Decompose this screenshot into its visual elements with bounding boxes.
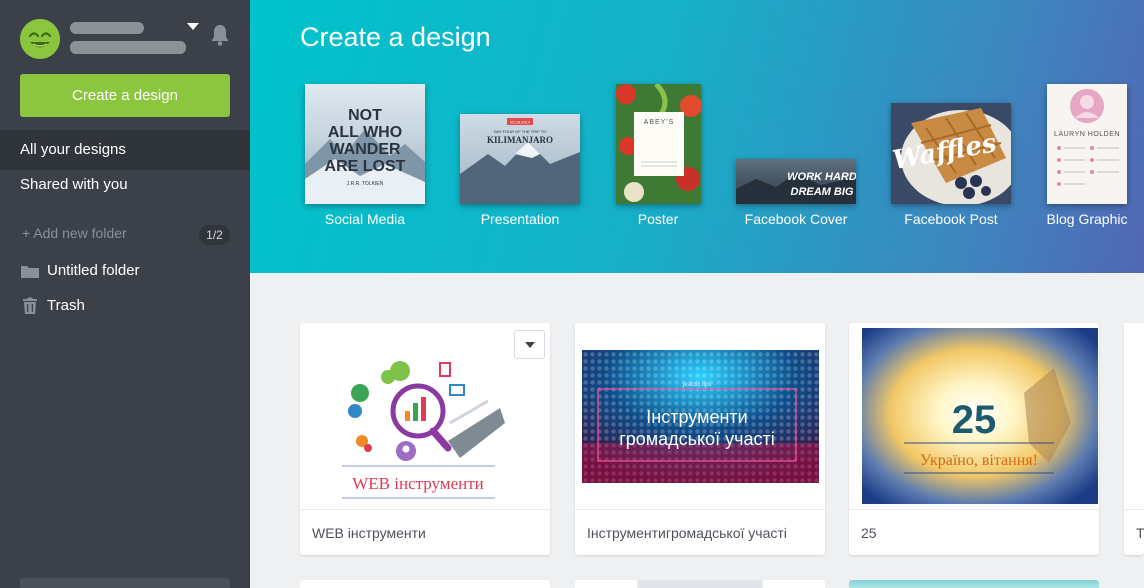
tile-label-presentation[interactable]: Presentation — [481, 211, 560, 227]
nav-label: Shared with you — [20, 176, 128, 193]
design-menu-button[interactable] — [514, 330, 545, 359]
cover-image: WORK HARD DREAM BIG — [736, 171, 856, 204]
anniversary-image: 25 Україно, вітання! — [862, 328, 1098, 504]
create-design-hero: Create a design NOT ALL WHO WANDER ARE LOST… — [250, 0, 1144, 273]
design-thumbnail[interactable] — [1124, 323, 1144, 510]
smiley-avatar-icon — [20, 19, 60, 59]
design-thumb-line2: громадської участі — [619, 429, 775, 449]
design-thumb-text: WEB інструменти — [352, 474, 484, 493]
sidebar: Create a design All your designs Shared … — [0, 0, 265, 588]
design-caption[interactable]: T — [1136, 525, 1144, 541]
vegetables-image: ABEY'S — [616, 84, 701, 202]
avatar[interactable] — [20, 19, 60, 59]
design-thumbnail[interactable]: WEB інструменти — [300, 323, 550, 510]
design-thumb-line1: Інструменти — [646, 407, 747, 427]
folder-label: Untitled folder — [47, 262, 140, 279]
folder-icon — [21, 266, 39, 278]
tile-label-facebook-post[interactable]: Facebook Post — [904, 211, 997, 227]
waffles-image: Waffles — [891, 108, 1011, 204]
create-design-button[interactable]: Create a design — [20, 74, 230, 117]
folder-trash[interactable]: Trash — [20, 294, 85, 318]
presentation-thumb-title: KILIMANJARO — [487, 135, 553, 145]
nav-all-your-designs[interactable]: All your designs — [0, 130, 265, 170]
design-caption[interactable]: 25 — [861, 525, 877, 541]
folder-count-badge: 1/2 — [199, 225, 230, 245]
bell-icon[interactable] — [207, 22, 233, 48]
caret-down-icon — [524, 341, 535, 348]
design-card-next-row[interactable] — [849, 580, 1099, 588]
hero-title: Create a design — [300, 22, 491, 52]
design-thumbnail[interactable]: 25 Україно, вітання! — [849, 323, 1099, 510]
facebook-post-thumbnail[interactable]: Waffles — [891, 103, 1011, 204]
design-thumb-small: practic tips — [683, 382, 712, 388]
sidebar-bottom-panel — [20, 578, 230, 588]
add-new-folder-link[interactable]: + Add new folder — [22, 225, 127, 241]
design-card[interactable]: practic tips Інструменти громадської уча… — [575, 323, 825, 555]
design-card[interactable]: WEB інструменти WEB інструменти — [300, 323, 550, 555]
design-thumb-number: 25 — [952, 398, 997, 442]
mountain-slide-image: 05.28.2014 DAY FOUR OF THE TRIP TO KILIM… — [460, 118, 580, 204]
social-media-thumbnail[interactable]: NOT ALL WHO WANDER ARE LOST J.R.R. TOLKIEN — [305, 84, 425, 204]
trash-icon — [23, 297, 37, 314]
blog-graphic-thumbnail[interactable]: LAURYN HOLDEN — [1047, 84, 1127, 204]
web-tools-illustration: WEB інструменти — [342, 361, 505, 499]
design-thumbnail[interactable]: practic tips Інструменти громадської уча… — [575, 323, 825, 510]
caret-down-icon[interactable] — [187, 22, 199, 32]
design-thumb-text: Україно, вітання! — [920, 452, 1038, 469]
civic-tools-image: practic tips Інструменти громадської уча… — [582, 350, 819, 483]
design-card-next-row[interactable] — [300, 580, 550, 588]
user-name-redacted[interactable] — [70, 22, 144, 34]
user-email-redacted — [70, 41, 186, 54]
nav-label: All your designs — [20, 141, 126, 158]
resume-image: LAURYN HOLDEN — [1054, 89, 1120, 186]
presentation-thumb-sub: DAY FOUR OF THE TRIP TO — [494, 129, 547, 134]
folder-untitled[interactable]: Untitled folder — [20, 259, 140, 283]
blog-thumb-title: LAURYN HOLDEN — [1054, 131, 1120, 138]
poster-thumb-title: ABEY'S — [644, 119, 675, 126]
design-caption[interactable]: WEB інструменти — [312, 525, 426, 541]
design-card[interactable]: 25 Україно, вітання! 25 — [849, 323, 1099, 555]
poster-thumbnail[interactable]: ABEY'S — [616, 84, 701, 204]
mountain-image: NOT ALL WHO WANDER ARE LOST J.R.R. TOLKIEN — [305, 107, 425, 204]
nav-shared-with-you[interactable]: Shared with you — [0, 165, 250, 205]
design-card-next-row[interactable] — [575, 580, 825, 588]
presentation-thumb-date: 05.28.2014 — [510, 120, 531, 125]
tile-label-facebook-cover[interactable]: Facebook Cover — [745, 211, 848, 227]
svg-text:WORK HARD: WORK HARD — [787, 171, 856, 183]
tile-label-blog-graphic[interactable]: Blog Graphic — [1047, 211, 1128, 227]
social-thumb-text: NOT ALL WHO WANDER ARE LOST — [325, 107, 406, 175]
folder-label: Trash — [47, 297, 85, 314]
facebook-cover-thumbnail[interactable]: WORK HARD DREAM BIG — [736, 159, 856, 204]
design-caption[interactable]: Інструментигромадської участі — [587, 525, 787, 541]
tile-label-poster[interactable]: Poster — [638, 211, 678, 227]
design-card-partial[interactable]: T — [1124, 323, 1144, 555]
svg-text:DREAM BIG: DREAM BIG — [791, 186, 854, 198]
presentation-thumbnail[interactable]: 05.28.2014 DAY FOUR OF THE TRIP TO KILIM… — [460, 114, 580, 204]
tile-label-social-media[interactable]: Social Media — [325, 211, 405, 227]
social-thumb-sub: J.R.R. TOLKIEN — [347, 181, 384, 187]
